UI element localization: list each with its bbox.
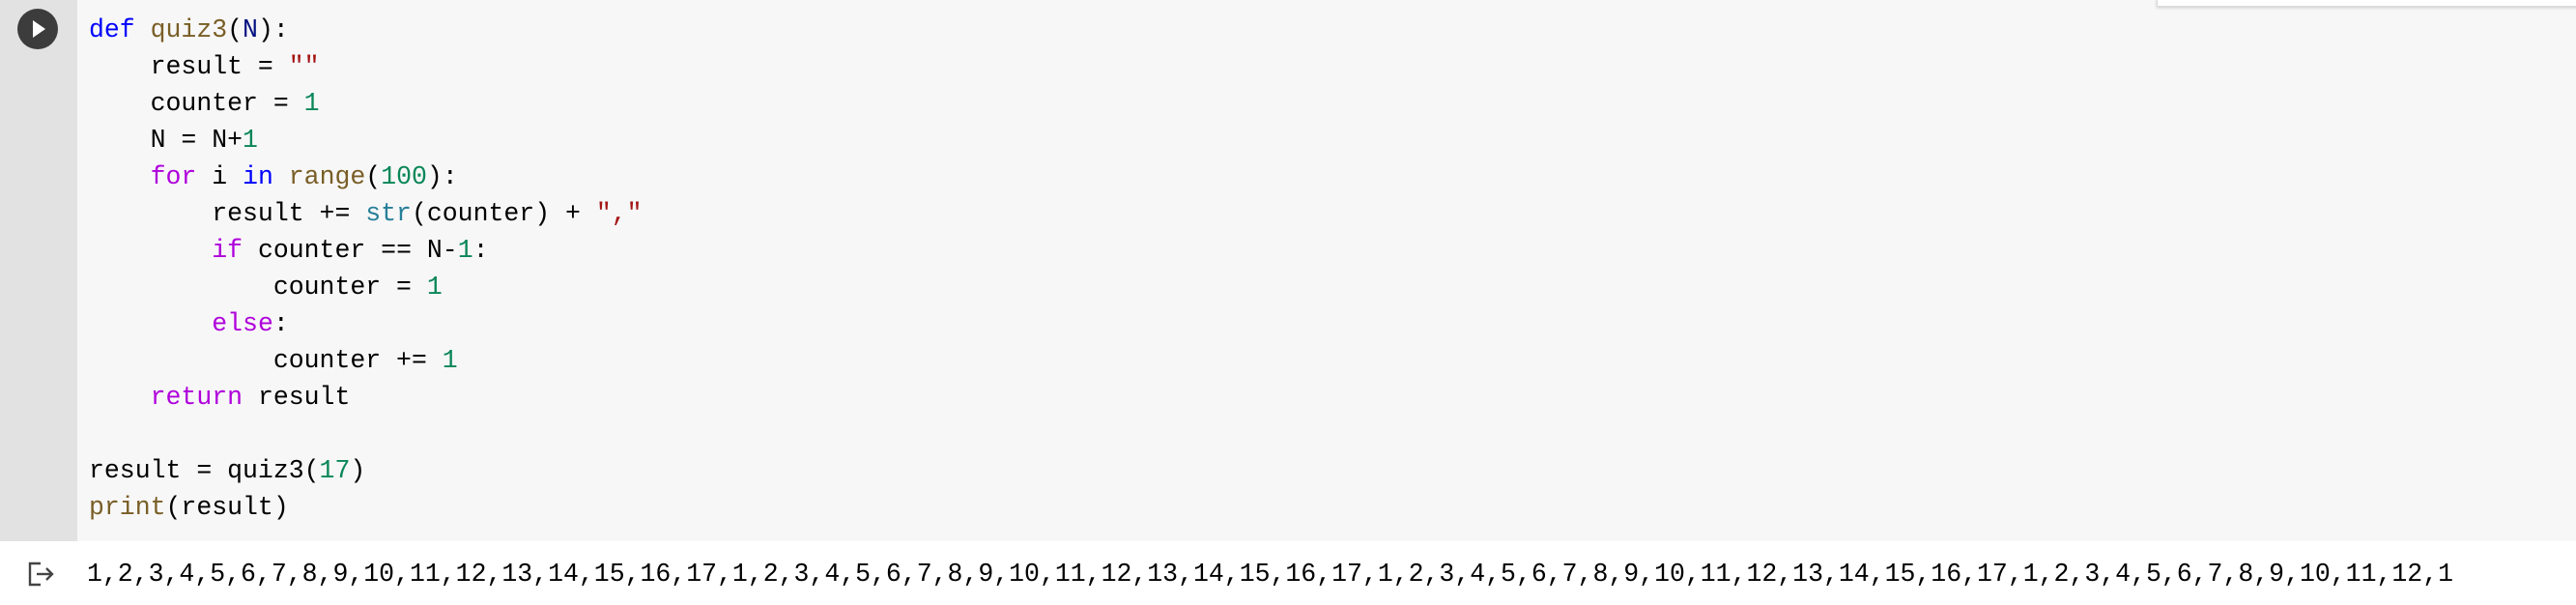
notebook-page: def quiz3(N): result = "" counter = 1 N … xyxy=(0,0,2576,605)
code-token: N = N+ xyxy=(89,126,243,155)
code-token: : xyxy=(272,309,289,338)
code-token: result = xyxy=(89,52,289,81)
code-token: in xyxy=(243,162,273,191)
code-line: return result xyxy=(89,379,643,416)
code-token: 1 xyxy=(457,236,473,265)
code-token: 1 xyxy=(243,126,258,155)
code-token: result += xyxy=(89,199,366,228)
code-token: 17 xyxy=(319,456,351,485)
code-token: 100 xyxy=(381,162,427,191)
run-cell-button[interactable] xyxy=(17,9,58,49)
code-token: counter == N- xyxy=(243,236,458,265)
code-line: result += str(counter) + "," xyxy=(89,195,643,232)
code-token: if xyxy=(212,236,243,265)
code-line: counter = 1 xyxy=(89,85,643,122)
code-token: result = quiz3( xyxy=(89,456,320,485)
code-line: N = N+1 xyxy=(89,122,643,158)
code-line: def quiz3(N): xyxy=(89,12,643,48)
code-token: else xyxy=(212,309,273,338)
code-token: (result) xyxy=(165,493,289,522)
code-token: return xyxy=(150,383,243,412)
code-cell[interactable]: def quiz3(N): result = "" counter = 1 N … xyxy=(0,0,2576,541)
code-token: : xyxy=(472,236,489,265)
code-token: ): xyxy=(257,15,289,44)
code-token: result xyxy=(243,383,351,412)
code-token: print xyxy=(89,493,166,522)
code-line: for i in range(100): xyxy=(89,158,643,195)
code-token: range xyxy=(288,162,366,191)
code-token: ( xyxy=(227,15,243,44)
code-line: counter = 1 xyxy=(89,269,643,305)
code-token: for xyxy=(150,162,197,191)
code-token: str xyxy=(365,199,412,228)
code-token: i xyxy=(196,162,243,191)
code-token: quiz3 xyxy=(150,15,228,44)
play-icon xyxy=(33,20,45,38)
output-text: 1,2,3,4,5,6,7,8,9,10,11,12,13,14,15,16,1… xyxy=(87,560,2453,589)
code-token: ) xyxy=(350,456,366,485)
cell-toolbar xyxy=(2157,0,2576,7)
code-token: counter = xyxy=(89,273,427,302)
code-token: counter += xyxy=(89,346,443,375)
code-line: print(result) xyxy=(89,489,643,526)
code-line: else: xyxy=(89,305,643,342)
code-token: "," xyxy=(595,199,643,228)
code-token: ): xyxy=(426,162,458,191)
output-redirect-icon xyxy=(28,562,54,587)
code-line: result = quiz3(17) xyxy=(89,452,643,489)
code-line: if counter == N-1: xyxy=(89,232,643,269)
code-editor[interactable]: def quiz3(N): result = "" counter = 1 N … xyxy=(89,12,643,526)
code-line: result = "" xyxy=(89,48,643,85)
code-token: 1 xyxy=(442,346,458,375)
code-token: (counter) + xyxy=(411,199,596,228)
cell-gutter xyxy=(0,0,77,541)
code-line: counter += 1 xyxy=(89,342,643,379)
code-token: N xyxy=(243,15,258,44)
code-token: counter = xyxy=(89,89,304,118)
code-token: 1 xyxy=(303,89,320,118)
code-token: def xyxy=(89,15,135,44)
code-token: "" xyxy=(288,52,320,81)
code-token: ( xyxy=(365,162,382,191)
code-token: 1 xyxy=(426,273,443,302)
cell-output: 1,2,3,4,5,6,7,8,9,10,11,12,13,14,15,16,1… xyxy=(0,541,2576,605)
